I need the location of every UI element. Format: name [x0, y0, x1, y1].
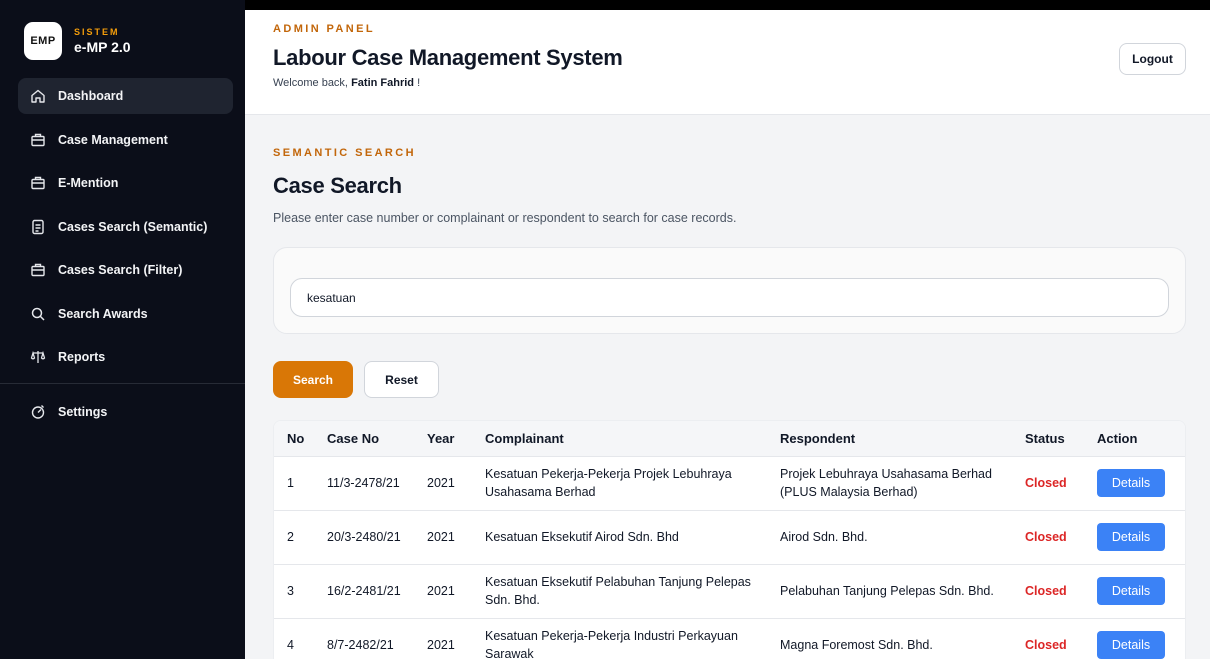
column-header-action: Action [1097, 430, 1138, 446]
case-search-section: SEMANTIC SEARCH Case Search Please enter… [245, 147, 1210, 659]
sidebar-item-label: Reports [58, 350, 106, 364]
column-header-status: Status [1025, 430, 1065, 446]
sidebar-item-e-mention[interactable]: E-Mention [18, 165, 233, 201]
cell-year: 2021 [427, 638, 455, 653]
cell-respondent: Airod Sdn. Bhd. [780, 529, 868, 544]
results-table-container: No Case No Year Complainant Respondent S… [273, 420, 1186, 659]
sidebar-item-label: Cases Search (Semantic) [58, 219, 208, 234]
column-header-complainant: Complainant [485, 430, 564, 446]
sidebar-item-label: Cases Search (Filter) [58, 263, 183, 277]
table-row: 1 11/3-2478/21 2021 Kesatuan Pekerja-Pek… [274, 456, 1185, 510]
cell-case-no: 16/2-2481/21 [327, 583, 401, 598]
section-title: Case Search [273, 173, 402, 198]
details-button[interactable]: Details [1097, 631, 1165, 659]
header-eyebrow: ADMIN PANEL [273, 23, 375, 35]
brand-text: SISTEM e-MP 2.0 [74, 27, 131, 55]
cell-action: Details [1089, 510, 1185, 564]
brand-subtitle: SISTEM [74, 27, 120, 37]
sidebar-item-label: E-Mention [58, 176, 119, 190]
cell-action: Details [1089, 564, 1185, 618]
cell-year: 2021 [427, 583, 455, 598]
status-badge: Closed [1025, 529, 1067, 544]
sidebar-item-settings[interactable]: Settings [18, 394, 233, 430]
logout-button[interactable]: Logout [1119, 43, 1186, 75]
details-button[interactable]: Details [1097, 469, 1165, 497]
cell-respondent: Projek Lebuhraya Usahasama Berhad (PLUS … [780, 466, 992, 499]
cell-case-no: 20/3-2480/21 [327, 529, 401, 544]
briefcase-icon [30, 132, 46, 148]
cell-no: 2 [287, 529, 294, 544]
page-title: Labour Case Management System [273, 45, 623, 70]
search-button[interactable]: Search [273, 361, 353, 398]
scale-icon [30, 349, 46, 365]
table-row: 4 8/7-2482/21 2021 Kesatuan Pekerja-Peke… [274, 618, 1185, 659]
settings-icon [30, 404, 46, 420]
search-card [273, 247, 1186, 334]
cell-case-no: 11/3-2478/21 [327, 475, 400, 490]
cell-action: Details [1089, 456, 1185, 510]
welcome-prefix: Welcome back, [273, 77, 348, 89]
briefcase-icon [30, 262, 46, 278]
status-badge: Closed [1025, 475, 1067, 490]
app-root: EMP SISTEM e-MP 2.0 Dashboard Case Manag… [0, 0, 1210, 659]
sidebar-item-label: Search Awards [58, 306, 148, 321]
sidebar-item-label: Case Management [58, 132, 168, 147]
brand-title: e-MP 2.0 [74, 39, 131, 55]
cell-complainant: Kesatuan Pekerja-Pekerja Industri Perkay… [485, 629, 738, 659]
sidebar-item-dashboard[interactable]: Dashboard [18, 78, 233, 114]
sidebar-item-label: Settings [58, 404, 108, 419]
sidebar: EMP SISTEM e-MP 2.0 Dashboard Case Manag… [0, 0, 245, 659]
sidebar-item-case-management[interactable]: Case Management [18, 122, 233, 158]
document-icon [30, 219, 46, 235]
welcome-suffix: ! [417, 77, 421, 89]
column-header-year: Year [427, 430, 455, 446]
sidebar-item-cases-search-semantic[interactable]: Cases Search (Semantic) [18, 209, 233, 245]
cell-complainant: Kesatuan Eksekutif Pelabuhan Tanjung Pel… [485, 574, 751, 607]
reset-button[interactable]: Reset [364, 361, 439, 398]
welcome-message: Welcome back, Fatin Fahrid ! [273, 77, 1182, 89]
briefcase-icon [30, 175, 46, 191]
cell-no: 1 [287, 475, 294, 490]
search-actions: Search Reset [273, 361, 1186, 398]
sidebar-item-search-awards[interactable]: Search Awards [18, 296, 233, 332]
user-name: Fatin Fahrid [351, 77, 415, 89]
cell-respondent: Pelabuhan Tanjung Pelepas Sdn. Bhd. [780, 583, 994, 598]
results-table: No Case No Year Complainant Respondent S… [274, 421, 1185, 659]
status-badge: Closed [1025, 638, 1067, 653]
search-input[interactable] [290, 278, 1169, 317]
cell-no: 4 [287, 638, 294, 653]
sidebar-item-label: Dashboard [58, 89, 124, 103]
details-button[interactable]: Details [1097, 523, 1165, 551]
table-row: 3 16/2-2481/21 2021 Kesatuan Eksekutif P… [274, 564, 1185, 618]
brand: EMP SISTEM e-MP 2.0 [0, 0, 245, 66]
search-icon [30, 306, 46, 322]
cell-year: 2021 [427, 529, 455, 544]
column-header-respondent: Respondent [780, 430, 856, 446]
app-logo: EMP [24, 22, 62, 60]
cell-no: 3 [287, 583, 294, 598]
section-description: Please enter case number or complainant … [273, 211, 737, 225]
main-area: ADMIN PANEL Labour Case Management Syste… [245, 10, 1210, 659]
column-header-no: No [287, 430, 305, 446]
sidebar-item-reports[interactable]: Reports [18, 339, 233, 375]
column-header-case-no: Case No [327, 430, 380, 446]
status-badge: Closed [1025, 583, 1067, 598]
sidebar-divider [0, 382, 245, 384]
table-header-row: No Case No Year Complainant Respondent S… [274, 421, 1185, 456]
table-row: 2 20/3-2480/21 2021 Kesatuan Eksekutif A… [274, 510, 1185, 564]
cell-complainant: Kesatuan Eksekutif Airod Sdn. Bhd [485, 529, 679, 544]
details-button[interactable]: Details [1097, 577, 1165, 605]
home-icon [30, 88, 46, 104]
cell-action: Details [1089, 618, 1185, 659]
cell-respondent: Magna Foremost Sdn. Bhd. [780, 638, 933, 653]
cell-year: 2021 [427, 475, 455, 490]
sidebar-item-cases-search-filter[interactable]: Cases Search (Filter) [18, 252, 233, 288]
cell-complainant: Kesatuan Pekerja-Pekerja Projek Lebuhray… [485, 466, 732, 499]
section-eyebrow: SEMANTIC SEARCH [273, 147, 416, 159]
cell-case-no: 8/7-2482/21 [327, 638, 394, 653]
sidebar-nav: Dashboard Case Management E-Mention Case… [0, 66, 245, 430]
page-header: ADMIN PANEL Labour Case Management Syste… [245, 10, 1210, 115]
